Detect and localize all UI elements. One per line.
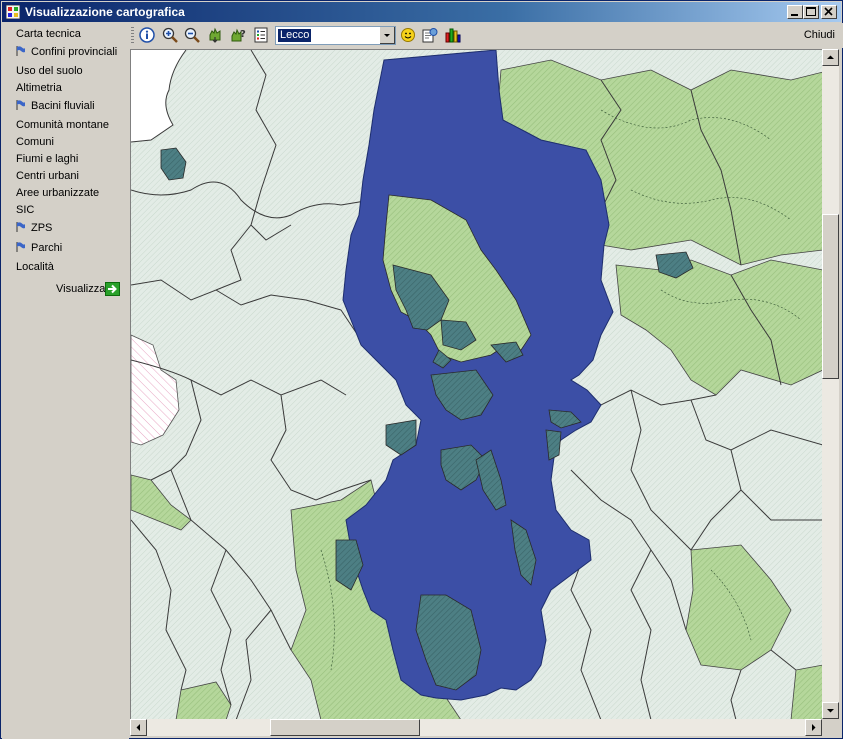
- layer-label: Parchi: [31, 242, 63, 254]
- app-icon: [6, 5, 20, 19]
- scroll-right-button[interactable]: [805, 719, 822, 736]
- layer-label: Aree urbanizzate: [16, 187, 100, 199]
- layer-zps[interactable]: ZPS: [16, 222, 52, 234]
- province-selected-value: Lecco: [278, 29, 312, 42]
- main-window: Visualizzazione cartografica Carta tecni…: [0, 0, 843, 739]
- close-map-link[interactable]: Chiudi: [804, 29, 835, 41]
- layer-sidebar: Carta tecnica Confini provinciali Uso de…: [2, 23, 129, 739]
- layer-label: Carta tecnica: [16, 28, 81, 40]
- scroll-down-button[interactable]: [822, 702, 839, 719]
- minimize-button[interactable]: [787, 5, 803, 19]
- layer-carta-tecnica[interactable]: Carta tecnica: [16, 28, 81, 40]
- close-window-button[interactable]: [821, 5, 837, 19]
- chevron-down-icon: [827, 709, 834, 713]
- flag-icon: [16, 46, 25, 56]
- layer-label: SIC: [16, 204, 35, 216]
- layer-label: Località: [16, 261, 54, 273]
- layer-centri-urbani[interactable]: Centri urbani: [16, 170, 79, 182]
- maximize-button[interactable]: [803, 5, 819, 19]
- export-icon[interactable]: [422, 27, 438, 43]
- identify-icon[interactable]: ?: [230, 27, 246, 43]
- layer-label: Fiumi e laghi: [16, 153, 79, 165]
- toolbar-grip: [131, 27, 134, 44]
- layer-confini-provinciali[interactable]: Confini provinciali: [16, 46, 117, 58]
- scroll-left-button[interactable]: [130, 719, 147, 736]
- layer-label: ZPS: [31, 222, 53, 234]
- chevron-down-icon: [384, 34, 390, 37]
- horizontal-scrollbar[interactable]: [130, 719, 822, 736]
- map-toolbar: ? Lecco Chiudi: [129, 23, 843, 48]
- maximize-icon: [806, 7, 816, 16]
- chevron-left-icon: [136, 724, 140, 731]
- svg-text:?: ?: [240, 29, 246, 40]
- province-select[interactable]: Lecco: [275, 26, 396, 45]
- pan-icon[interactable]: [207, 27, 223, 43]
- close-icon: [824, 7, 833, 16]
- chevron-up-icon: [827, 55, 834, 59]
- flag-icon: [16, 100, 25, 110]
- layer-aree-urbanizzate[interactable]: Aree urbanizzate: [16, 187, 99, 199]
- smiley-icon[interactable]: [400, 27, 416, 43]
- dropdown-button[interactable]: [379, 27, 395, 44]
- layer-label: Comunità montane: [16, 119, 109, 131]
- minimize-icon: [791, 14, 798, 16]
- flag-icon: [16, 242, 25, 252]
- layer-sic[interactable]: SIC: [16, 204, 34, 216]
- layer-altimetria[interactable]: Altimetria: [16, 82, 62, 94]
- zoom-in-icon[interactable]: [162, 27, 178, 43]
- info-icon[interactable]: [139, 27, 155, 43]
- flag-icon: [16, 222, 25, 232]
- vertical-scrollbar[interactable]: [822, 49, 839, 719]
- layer-label: Confini provinciali: [31, 46, 118, 58]
- layer-fiumi-e-laghi[interactable]: Fiumi e laghi: [16, 153, 78, 165]
- layer-label: Centri urbani: [16, 170, 79, 182]
- legend-icon[interactable]: [253, 27, 269, 43]
- horizontal-scroll-thumb[interactable]: [270, 719, 420, 736]
- visualizza-label: Visualizza: [56, 283, 106, 295]
- window-title: Visualizzazione cartografica: [25, 5, 185, 19]
- map-canvas[interactable]: [130, 49, 823, 720]
- visualizza-button[interactable]: Visualizza: [56, 282, 120, 296]
- arrow-right-icon: [105, 282, 120, 296]
- layer-bacini-fluviali[interactable]: Bacini fluviali: [16, 100, 95, 112]
- chevron-right-icon: [812, 724, 816, 731]
- layer-parchi[interactable]: Parchi: [16, 242, 62, 254]
- layer-label: Uso del suolo: [16, 65, 83, 77]
- layer-label: Bacini fluviali: [31, 100, 95, 112]
- layer-localita[interactable]: Località: [16, 261, 54, 273]
- layer-uso-del-suolo[interactable]: Uso del suolo: [16, 65, 83, 77]
- layer-comuni[interactable]: Comuni: [16, 136, 54, 148]
- map-svg: [131, 50, 823, 720]
- scroll-up-button[interactable]: [822, 49, 839, 66]
- layer-comunita-montane[interactable]: Comunità montane: [16, 119, 109, 131]
- layer-label: Altimetria: [16, 82, 62, 94]
- title-bar: Visualizzazione cartografica: [2, 2, 841, 22]
- layer-label: Comuni: [16, 136, 54, 148]
- zoom-out-icon[interactable]: [184, 27, 200, 43]
- chart-icon[interactable]: [445, 27, 461, 43]
- vertical-scroll-thumb[interactable]: [822, 214, 839, 379]
- scroll-corner: [822, 719, 839, 736]
